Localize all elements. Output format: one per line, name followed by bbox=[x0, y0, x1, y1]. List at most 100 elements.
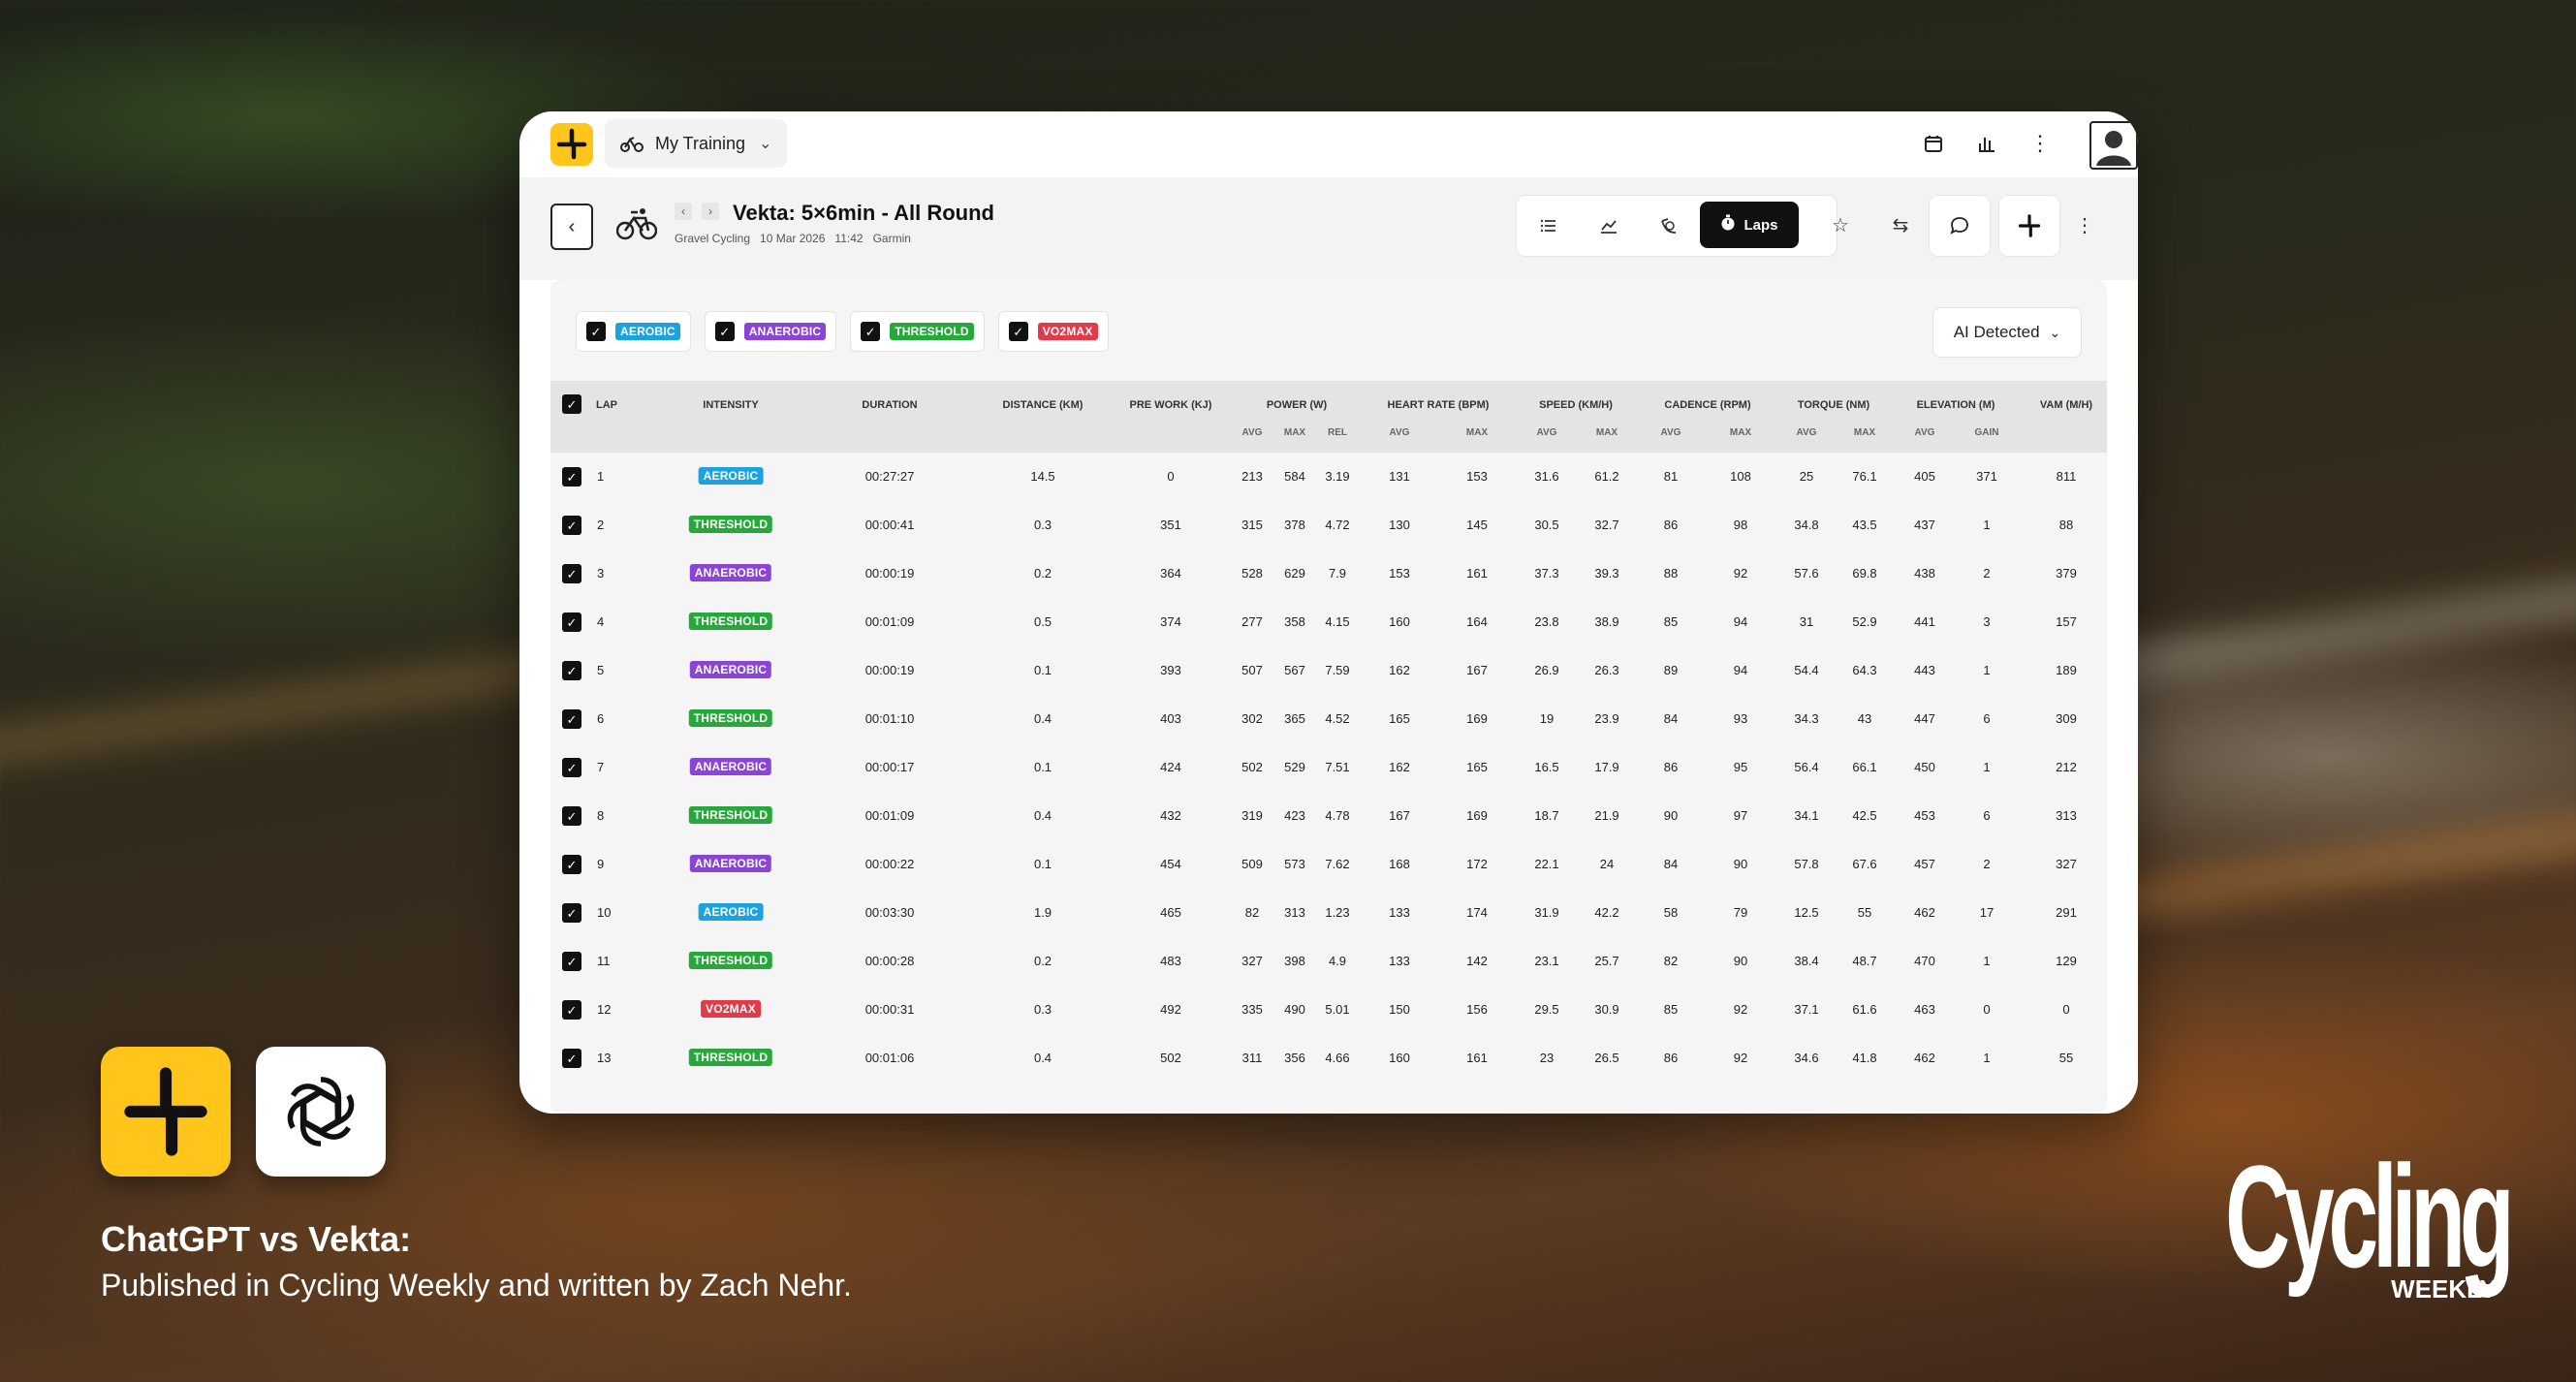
row-checkbox[interactable]: ✓ bbox=[562, 612, 581, 632]
cell-s-max: 23.9 bbox=[1594, 711, 1619, 726]
row-checkbox[interactable]: ✓ bbox=[562, 709, 581, 729]
col-prework[interactable]: PRE WORK (KJ) bbox=[1130, 399, 1212, 411]
col-torque[interactable]: TORQUE (NM) bbox=[1798, 399, 1869, 411]
filter-vo2max[interactable]: ✓ VO2MAX bbox=[997, 311, 1109, 352]
col-duration[interactable]: DURATION bbox=[862, 399, 917, 411]
cell-e-avg: 405 bbox=[1914, 469, 1935, 484]
cell-prework: 432 bbox=[1160, 808, 1181, 823]
cell-s-avg: 18.7 bbox=[1534, 808, 1559, 823]
col-intensity[interactable]: INTENSITY bbox=[703, 399, 758, 411]
row-checkbox[interactable]: ✓ bbox=[562, 806, 581, 826]
filter-aerobic[interactable]: ✓ AEROBIC bbox=[576, 311, 691, 352]
cell-hr-avg: 160 bbox=[1389, 614, 1410, 629]
cell-distance: 0.1 bbox=[1033, 760, 1052, 774]
row-checkbox[interactable]: ✓ bbox=[562, 903, 581, 923]
line-chart-icon[interactable] bbox=[1592, 209, 1625, 242]
activity-meta: Gravel Cycling 10 Mar 2026 11:42 Garmin bbox=[675, 232, 921, 245]
more-vertical-icon[interactable]: ⋮ bbox=[2026, 129, 2055, 158]
filter-aerobic-tag: AEROBIC bbox=[615, 323, 680, 340]
checkbox-checked-icon[interactable]: ✓ bbox=[1008, 322, 1028, 341]
col-elevation[interactable]: ELEVATION (M) bbox=[1917, 399, 1995, 411]
table-row[interactable]: ✓ AEROBIC 1 00:27:27 14.5 0 213 584 3.19 131 153 31… bbox=[550, 453, 2107, 501]
filter-anaerobic[interactable]: ✓ ANAEROBIC bbox=[704, 311, 837, 352]
cell-p-max: 573 bbox=[1284, 857, 1305, 871]
prev-activity-button[interactable]: ‹ bbox=[675, 203, 692, 220]
table-row[interactable]: ✓ ANAEROBIC 3 00:00:19 0.2 364 528 629 7.9 153 161… bbox=[550, 550, 2107, 598]
cell-p-max: 423 bbox=[1284, 808, 1305, 823]
cell-c-avg: 82 bbox=[1663, 954, 1679, 968]
cell-p-rel: 4.78 bbox=[1325, 808, 1350, 823]
table-row[interactable]: ✓ ANAEROBIC 5 00:00:19 0.1 393 507 567 7.59 162 16… bbox=[550, 646, 2107, 695]
cell-hr-max: 156 bbox=[1466, 1002, 1488, 1017]
filter-threshold[interactable]: ✓ THRESHOLD bbox=[850, 311, 985, 352]
row-checkbox[interactable]: ✓ bbox=[562, 1049, 581, 1068]
table-row[interactable]: ✓ ANAEROBIC 7 00:00:17 0.1 424 502 529 7.51 162 16… bbox=[550, 743, 2107, 792]
intensity-filters: ✓ AEROBIC ✓ ANAEROBIC ✓ THRESHOLD ✓ VO2M… bbox=[576, 311, 1109, 352]
table-row[interactable]: ✓ THRESHOLD 13 00:01:06 0.4 502 311 356 4.66 160 1… bbox=[550, 1034, 2107, 1083]
table-row[interactable]: ✓ THRESHOLD 4 00:01:09 0.5 374 277 358 4.15 160 16… bbox=[550, 598, 2107, 646]
col-lap[interactable]: LAP bbox=[596, 399, 617, 411]
cell-hr-max: 172 bbox=[1466, 857, 1488, 871]
my-training-label: My Training bbox=[655, 133, 746, 153]
cell-c-avg: 86 bbox=[1663, 760, 1679, 774]
cell-p-avg: 82 bbox=[1244, 905, 1260, 920]
back-button[interactable]: ‹ bbox=[550, 204, 593, 250]
star-icon[interactable]: ☆ bbox=[1824, 208, 1857, 241]
row-checkbox[interactable]: ✓ bbox=[562, 661, 581, 680]
table-row[interactable]: ✓ ANAEROBIC 9 00:00:22 0.1 454 509 573 7.62 168 17… bbox=[550, 840, 2107, 889]
checkbox-checked-icon[interactable]: ✓ bbox=[861, 322, 881, 341]
col-power[interactable]: POWER (W) bbox=[1267, 399, 1327, 411]
row-checkbox[interactable]: ✓ bbox=[562, 1000, 581, 1020]
row-checkbox[interactable]: ✓ bbox=[562, 467, 581, 487]
cell-t-max: 76.1 bbox=[1852, 469, 1877, 484]
next-activity-button[interactable]: › bbox=[702, 203, 719, 220]
cell-s-max: 24 bbox=[1599, 857, 1615, 871]
col-distance[interactable]: DISTANCE (KM) bbox=[1003, 399, 1084, 411]
table-row[interactable]: ✓ THRESHOLD 2 00:00:41 0.3 351 315 378 4.72 130 14… bbox=[550, 501, 2107, 550]
ai-detected-dropdown[interactable]: AI Detected ⌄ bbox=[1932, 307, 2082, 358]
col-cadence[interactable]: CADENCE (RPM) bbox=[1664, 399, 1750, 411]
table-row[interactable]: ✓ VO2MAX 12 00:00:31 0.3 492 335 490 5.01 150 156 2… bbox=[550, 986, 2107, 1034]
bar-chart-icon[interactable] bbox=[1972, 129, 2001, 158]
my-training-dropdown[interactable]: My Training ⌄ bbox=[605, 119, 787, 168]
row-checkbox[interactable]: ✓ bbox=[562, 855, 581, 874]
checkbox-checked-icon[interactable]: ✓ bbox=[714, 322, 735, 341]
cell-t-max: 43.5 bbox=[1852, 518, 1877, 532]
laps-tab-button[interactable]: Laps bbox=[1700, 202, 1799, 248]
sub-cadence-avg: AVG bbox=[1660, 427, 1681, 438]
list-icon[interactable] bbox=[1532, 209, 1565, 242]
table-row[interactable]: ✓ THRESHOLD 8 00:01:09 0.4 432 319 423 4.78 167 16… bbox=[550, 792, 2107, 840]
user-avatar[interactable] bbox=[2089, 121, 2138, 170]
col-vam[interactable]: VAM (M/H) bbox=[2040, 399, 2092, 411]
row-checkbox[interactable]: ✓ bbox=[562, 516, 581, 535]
cell-distance: 0.4 bbox=[1033, 808, 1052, 823]
cell-duration: 00:27:27 bbox=[864, 469, 915, 484]
cell-p-max: 356 bbox=[1284, 1051, 1305, 1065]
col-speed[interactable]: SPEED (KM/H) bbox=[1539, 399, 1613, 411]
chevron-left-icon: ‹ bbox=[568, 215, 576, 237]
power-curve-icon[interactable] bbox=[1652, 209, 1685, 242]
ai-detected-label: AI Detected bbox=[1953, 323, 2040, 341]
cell-hr-max: 167 bbox=[1466, 663, 1488, 677]
calendar-icon[interactable] bbox=[1919, 129, 1948, 158]
cell-s-max: 25.7 bbox=[1594, 954, 1619, 968]
cell-s-avg: 23 bbox=[1539, 1051, 1555, 1065]
table-row[interactable]: ✓ AEROBIC 10 00:03:30 1.9 465 82 313 1.23 133 174 3… bbox=[550, 889, 2107, 937]
row-checkbox[interactable]: ✓ bbox=[562, 564, 581, 583]
cell-e-avg: 450 bbox=[1914, 760, 1935, 774]
row-checkbox[interactable]: ✓ bbox=[562, 758, 581, 777]
vekta-logo[interactable] bbox=[550, 123, 593, 166]
row-checkbox[interactable]: ✓ bbox=[562, 952, 581, 971]
col-hr[interactable]: HEART RATE (BPM) bbox=[1388, 399, 1490, 411]
vekta-action-button[interactable] bbox=[1998, 195, 2060, 257]
cell-s-max: 39.3 bbox=[1594, 566, 1619, 581]
more-vertical-icon[interactable]: ⋮ bbox=[2068, 208, 2101, 241]
comment-button[interactable] bbox=[1929, 195, 1991, 257]
select-all-checkbox[interactable]: ✓ bbox=[562, 394, 581, 414]
table-row[interactable]: ✓ THRESHOLD 6 00:01:10 0.4 403 302 365 4.52 165 16… bbox=[550, 695, 2107, 743]
swap-icon[interactable]: ⇆ bbox=[1884, 208, 1917, 241]
cell-s-avg: 26.9 bbox=[1534, 663, 1559, 677]
cell-vam: 379 bbox=[2056, 566, 2077, 581]
table-row[interactable]: ✓ THRESHOLD 11 00:00:28 0.2 483 327 398 4.9 133 14… bbox=[550, 937, 2107, 986]
checkbox-checked-icon[interactable]: ✓ bbox=[586, 322, 606, 341]
